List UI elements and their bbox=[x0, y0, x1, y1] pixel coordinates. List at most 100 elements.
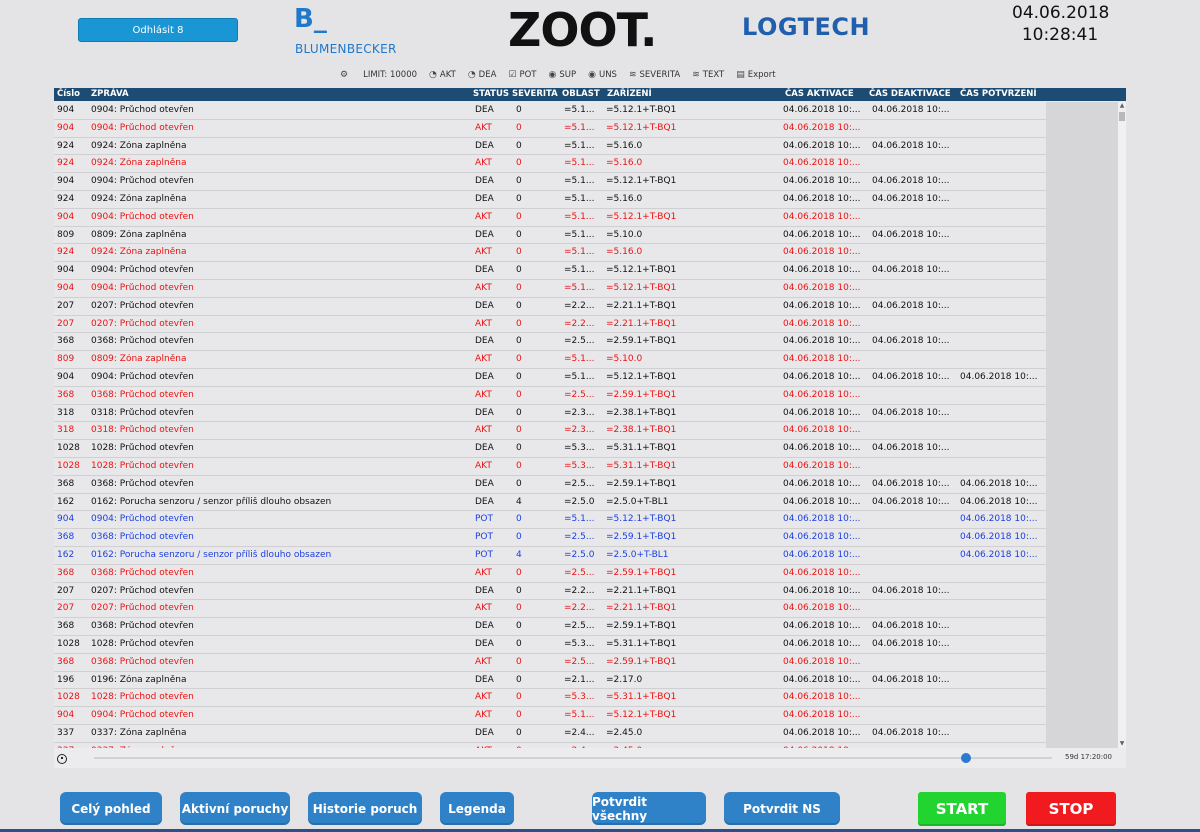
alarm-status: DEA bbox=[475, 176, 494, 187]
alarm-status: AKT bbox=[475, 567, 492, 578]
col-header-status[interactable]: STATUS bbox=[473, 89, 509, 99]
table-row[interactable]: 904 0904: Průchod otevřen DEA 0 =5.1... =5.12… bbox=[54, 262, 1046, 280]
table-row[interactable]: 207 0207: Průchod otevřen DEA 0 =2.2... =2.21… bbox=[54, 583, 1046, 601]
alarm-device: =5.10.0 bbox=[606, 229, 643, 240]
full-view-button[interactable]: Celý pohled bbox=[60, 792, 162, 825]
bb-logo-text: BLUMENBECKER bbox=[295, 42, 397, 56]
toolbar-item-sup[interactable]: ◉ SUP bbox=[549, 70, 577, 80]
table-row[interactable]: 368 0368: Průchod otevřen POT 0 =2.5... =2.59… bbox=[54, 529, 1046, 547]
activation-time: 04.06.2018 10:... bbox=[783, 122, 861, 133]
table-row[interactable]: 924 0924: Zóna zaplněna AKT 0 =5.1... =5.16.0… bbox=[54, 155, 1046, 174]
table-row[interactable]: 904 0904: Průchod otevřen POT 0 =5.1... =5.12… bbox=[54, 511, 1046, 530]
table-row[interactable]: 904 0904: Průchod otevřen AKT 0 =5.1... =5.12… bbox=[54, 120, 1046, 138]
table-row[interactable]: 924 0924: Zóna zaplněna DEA 0 =5.1... =5.16.0… bbox=[54, 138, 1046, 156]
alarm-id: 904 bbox=[57, 176, 75, 187]
legend-button[interactable]: Legenda bbox=[440, 792, 514, 825]
alarm-id: 924 bbox=[57, 193, 75, 204]
table-row[interactable]: 207 0207: Průchod otevřen AKT 0 =2.2... =2.21… bbox=[54, 600, 1046, 619]
table-row[interactable]: 162 0162: Porucha senzoru / senzor příliš… bbox=[54, 494, 1046, 512]
col-header-deactivation[interactable]: ČAS DEAKTIVACE bbox=[869, 89, 951, 99]
toolbar-item-text[interactable]: ≋ TEXT bbox=[692, 70, 724, 80]
logout-button[interactable]: Odhlásit 8 bbox=[78, 18, 238, 42]
alarm-status: DEA bbox=[475, 727, 494, 738]
alarm-message: 0368: Průchod otevřen bbox=[91, 336, 194, 347]
scroll-down-icon[interactable]: ▼ bbox=[1118, 740, 1126, 748]
table-row[interactable]: 368 0368: Průchod otevřen DEA 0 =2.5... =2.59… bbox=[54, 333, 1046, 352]
table-row[interactable]: 162 0162: Porucha senzoru / senzor příliš… bbox=[54, 547, 1046, 565]
alarm-message: 0196: Zóna zaplněna bbox=[91, 674, 187, 685]
stop-button[interactable]: STOP bbox=[1026, 792, 1116, 826]
alarm-id: 1028 bbox=[57, 692, 80, 703]
active-faults-button[interactable]: Aktivní poruchy bbox=[180, 792, 290, 825]
col-header-id[interactable]: Číslo bbox=[57, 89, 80, 99]
table-row[interactable]: 904 0904: Průchod otevřen AKT 0 =5.1... =5.12… bbox=[54, 209, 1046, 227]
alarm-severity: 0 bbox=[516, 122, 522, 133]
table-row[interactable]: 207 0207: Průchod otevřen AKT 0 =2.2... =2.21… bbox=[54, 316, 1046, 334]
table-row[interactable]: 368 0368: Průchod otevřen AKT 0 =2.5... =2.59… bbox=[54, 387, 1046, 405]
activation-time: 04.06.2018 10:... bbox=[783, 549, 861, 560]
col-header-activation[interactable]: ČAS AKTIVACE bbox=[785, 89, 854, 99]
table-row[interactable]: 904 0904: Průchod otevřen AKT 0 =5.1... =5.12… bbox=[54, 280, 1046, 298]
start-button[interactable]: START bbox=[918, 792, 1006, 826]
table-row[interactable]: 809 0809: Zóna zaplněna DEA 0 =5.1... =5.10.0… bbox=[54, 227, 1046, 245]
alarm-status: AKT bbox=[475, 282, 492, 293]
fault-history-button[interactable]: Historie poruch bbox=[308, 792, 422, 825]
toolbar-item-label: SUP bbox=[559, 70, 577, 80]
confirmation-time: 04.06.2018 10:... bbox=[960, 514, 1038, 525]
table-row[interactable]: 904 0904: Průchod otevřen DEA 0 =5.1... =5.12… bbox=[54, 102, 1046, 120]
alarm-area: =5.1... bbox=[564, 122, 595, 133]
deactivation-time: 04.06.2018 10:... bbox=[872, 727, 950, 738]
confirm-all-button[interactable]: Potvrdit všechny bbox=[592, 792, 706, 825]
alarm-device: =5.31.1+T-BQ1 bbox=[606, 443, 677, 454]
table-row[interactable]: 368 0368: Průchod otevřen DEA 0 =2.5... =2.59… bbox=[54, 618, 1046, 636]
table-row[interactable]: 196 0196: Zóna zaplněna DEA 0 =2.1... =2.17.0… bbox=[54, 672, 1046, 690]
timeline-track[interactable] bbox=[94, 757, 1052, 759]
table-row[interactable]: 924 0924: Zóna zaplněna AKT 0 =5.1... =5.16.0… bbox=[54, 244, 1046, 263]
alarm-status: AKT bbox=[475, 211, 492, 222]
alarm-device: =2.38.1+T-BQ1 bbox=[606, 407, 677, 418]
table-row[interactable]: 318 0318: Průchod otevřen DEA 0 =2.3... =2.38… bbox=[54, 405, 1046, 423]
toolbar-item-export[interactable]: ▤ Export bbox=[736, 70, 775, 80]
table-row[interactable]: 924 0924: Zóna zaplněna DEA 0 =5.1... =5.16.0… bbox=[54, 191, 1046, 209]
toolbar-item-dea[interactable]: ◔ DEA bbox=[468, 70, 497, 80]
alarm-severity: 0 bbox=[516, 354, 522, 365]
table-row[interactable]: 1028 1028: Průchod otevřen AKT 0 =5.3... =5.3… bbox=[54, 458, 1046, 476]
deactivation-time: 04.06.2018 10:... bbox=[872, 443, 950, 454]
scroll-up-icon[interactable]: ▲ bbox=[1118, 102, 1126, 110]
alarm-id: 368 bbox=[57, 532, 75, 543]
toolbar-item-uns[interactable]: ◉ UNS bbox=[588, 70, 617, 80]
table-row[interactable]: 368 0368: Průchod otevřen DEA 0 =2.5... =2.59… bbox=[54, 476, 1046, 494]
table-row[interactable]: 904 0904: Průchod otevřen AKT 0 =5.1... =5.12… bbox=[54, 707, 1046, 725]
scroll-thumb[interactable] bbox=[1119, 112, 1125, 121]
toolbar-item-pot[interactable]: ☑ POT bbox=[508, 70, 536, 80]
table-row[interactable]: 904 0904: Průchod otevřen DEA 0 =5.1... =5.12… bbox=[54, 369, 1046, 387]
table-row[interactable]: 904 0904: Průchod otevřen DEA 0 =5.1... =5.12… bbox=[54, 173, 1046, 191]
toolbar-item-settings[interactable]: ⚙ bbox=[340, 70, 351, 80]
confirm-ns-button[interactable]: Potvrdit NS bbox=[724, 792, 840, 825]
alarm-message: 0162: Porucha senzoru / senzor příliš dl… bbox=[91, 496, 332, 507]
col-header-message[interactable]: ZPRÁVA bbox=[91, 89, 129, 99]
table-row[interactable]: 368 0368: Průchod otevřen AKT 0 =2.5... =2.59… bbox=[54, 654, 1046, 672]
vertical-scrollbar[interactable]: ▲ ▼ bbox=[1118, 102, 1126, 748]
col-header-device[interactable]: ZAŘÍZENÍ bbox=[607, 89, 652, 99]
alarm-severity: 0 bbox=[516, 603, 522, 614]
table-row[interactable]: 368 0368: Průchod otevřen AKT 0 =2.5... =2.59… bbox=[54, 565, 1046, 583]
table-row[interactable]: 207 0207: Průchod otevřen DEA 0 =2.2... =2.21… bbox=[54, 298, 1046, 316]
toolbar-item-limit-10000[interactable]: LIMIT: 10000 bbox=[363, 70, 417, 80]
col-header-area[interactable]: OBLAST bbox=[562, 89, 600, 99]
col-header-severity[interactable]: SEVERITA bbox=[512, 89, 558, 99]
table-row[interactable]: 1028 1028: Průchod otevřen DEA 0 =5.3... =5.3… bbox=[54, 440, 1046, 458]
history-icon[interactable] bbox=[57, 754, 67, 764]
alarm-message: 1028: Průchod otevřen bbox=[91, 443, 194, 454]
table-row[interactable]: 318 0318: Průchod otevřen AKT 0 =2.3... =2.38… bbox=[54, 422, 1046, 441]
alarm-status: DEA bbox=[475, 336, 494, 347]
table-row[interactable]: 1028 1028: Průchod otevřen AKT 0 =5.3... =5.3… bbox=[54, 689, 1046, 708]
table-row[interactable]: 809 0809: Zóna zaplněna AKT 0 =5.1... =5.10.0… bbox=[54, 351, 1046, 369]
col-header-confirmation[interactable]: ČAS POTVRZENÍ bbox=[960, 89, 1037, 99]
table-row[interactable]: 1028 1028: Průchod otevřen DEA 0 =5.3... =5.3… bbox=[54, 636, 1046, 654]
toolbar-item-severita[interactable]: ≋ SEVERITA bbox=[629, 70, 680, 80]
table-row[interactable]: 337 0337: Zóna zaplněna DEA 0 =2.4... =2.45.0… bbox=[54, 725, 1046, 743]
timeline-slider-knob[interactable] bbox=[960, 753, 971, 763]
toolbar-item-akt[interactable]: ◔ AKT bbox=[429, 70, 456, 80]
alarm-id: 904 bbox=[57, 710, 75, 721]
